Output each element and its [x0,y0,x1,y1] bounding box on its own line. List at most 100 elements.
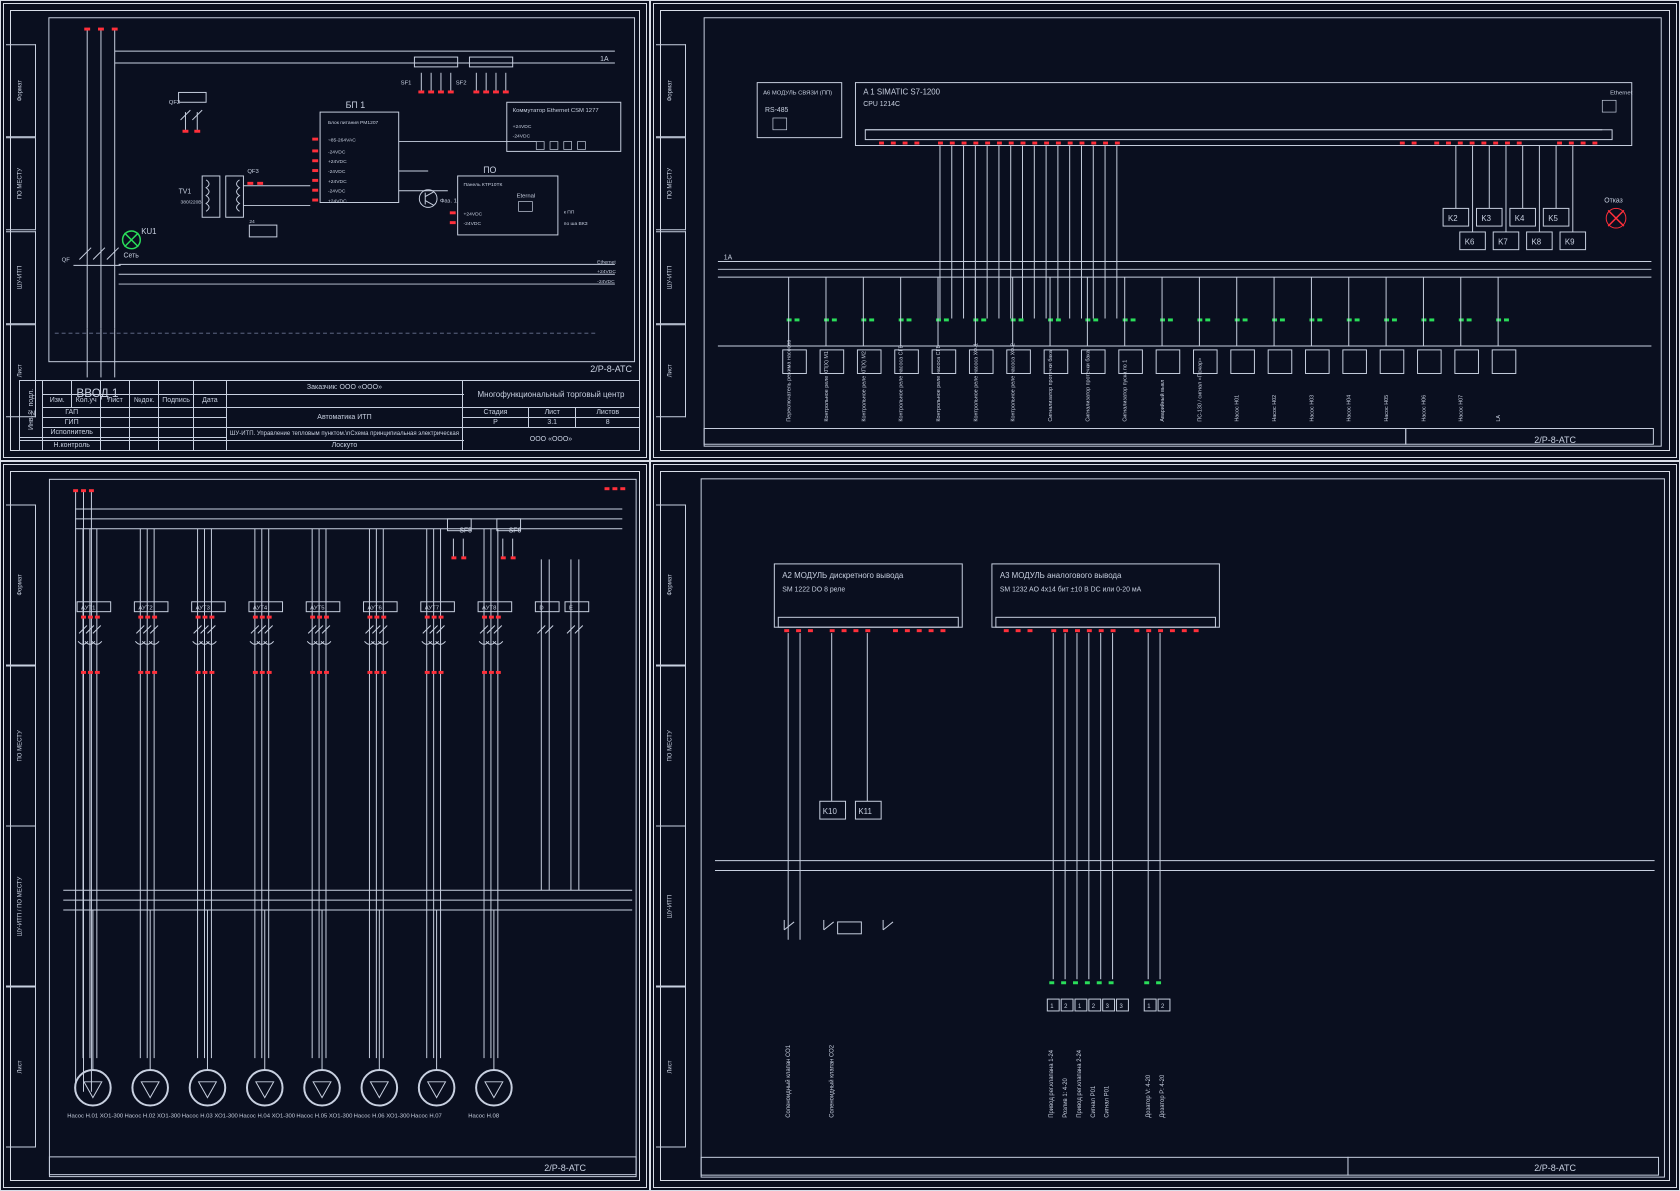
svg-text:380/220В: 380/220В [181,199,203,205]
svg-text:А6 МОДУЛЬ СВЯЗИ (ПП): А6 МОДУЛЬ СВЯЗИ (ПП) [763,90,832,96]
svg-text:2: 2 [1092,1004,1095,1010]
svg-text:K6: K6 [1465,238,1475,247]
svg-text:2: 2 [1064,1004,1067,1010]
svg-text:3: 3 [1106,1004,1110,1010]
svg-text:QF2: QF2 [169,100,180,106]
svg-text:Розлив 1: 4-20: Розлив 1: 4-20 [1063,1078,1069,1118]
svg-text:Сигнализатор пуска по 1: Сигнализатор пуска по 1 [1123,360,1129,422]
svg-text:+24VDC: +24VDC [328,198,347,204]
svg-text:SF2: SF2 [456,81,467,87]
svg-text:-24VDC: -24VDC [328,189,346,195]
svg-text:TV1: TV1 [179,189,192,196]
svg-text:Насос Н.05 ХО1-300: Насос Н.05 ХО1-300 [296,1113,353,1119]
schematic-svg-2: А6 МОДУЛЬ СВЯЗИ (ПП) RS-485 A 1 SIMATIC … [654,4,1676,457]
svg-text:K4: K4 [1515,214,1525,223]
svg-text:Сигнал Р01: Сигнал Р01 [1105,1086,1111,1118]
svg-text:1: 1 [1050,1004,1053,1010]
svg-text:-24VDC: -24VDC [328,169,346,175]
svg-text:Привод рег.клапана 1-24: Привод рег.клапана 1-24 [1049,1049,1055,1118]
svg-text:Насос Н.02 ХО1-300: Насос Н.02 ХО1-300 [124,1113,181,1119]
svg-text:БП 1: БП 1 [346,100,366,110]
schematic-svg-3: SF5 SF6 АУТ1АУТ2АУТ3АУТ4АУТ5АУТ6АУТ7АУТ8… [4,465,646,1187]
title-block: Инв.№ подл. Заказчик: ООО «ООО» Многофун… [19,380,640,451]
svg-text:K10: K10 [823,807,838,816]
svg-text:ПС-130 / сигнал «Пожар»: ПС-130 / сигнал «Пожар» [1197,358,1203,422]
svg-text:Контрольное реле насоса СГВ: Контрольное реле насоса СГВ [899,345,905,422]
svg-text:Насос Н.04 ХО1-300: Насос Н.04 ХО1-300 [239,1113,296,1119]
svg-text:24: 24 [249,219,255,225]
svg-text:Соленоидный клапан СО2: Соленоидный клапан СО2 [829,1045,836,1118]
svg-text:1A: 1A [600,56,609,63]
svg-text:-24VDC: -24VDC [328,149,346,155]
svg-text:QF3: QF3 [247,169,259,175]
drawing-sheet-4[interactable]: ФорматПО МЕСТУШУ-ИТПЛист 2/Р-8-АТС A2 МО… [650,461,1680,1191]
svg-text:1A: 1A [724,254,733,261]
svg-text:2: 2 [1161,1004,1164,1010]
svg-text:1: 1 [1147,1004,1150,1010]
svg-text:АУТ8: АУТ8 [482,606,497,612]
svg-text:АУТ7: АУТ7 [425,606,439,612]
svg-text:Насос Н03: Насос Н03 [1309,395,1315,422]
svg-text:Насос Н05: Насос Н05 [1384,395,1390,422]
svg-text:Насос Н.03 ХО1-300: Насос Н.03 ХО1-300 [182,1113,239,1119]
svg-text:по ша ВКЗ: по ша ВКЗ [564,221,588,227]
svg-text:Насос Н07: Насос Н07 [1459,395,1465,422]
svg-text:Отказ: Отказ [1604,197,1623,204]
svg-text:+24VDC: +24VDC [513,124,532,130]
drawing-sheet-2[interactable]: ФорматПО МЕСТУШУ-ИТПЛист 2/Р-8-АТС А6 МО… [650,0,1680,461]
svg-text:Переключатель режима насосов: Переключатель режима насосов [787,340,793,422]
svg-text:Сигнал Р01: Сигнал Р01 [1091,1086,1097,1118]
drawing-sheet-3[interactable]: ФорматПО МЕСТУШУ-ИТП / ПО МЕСТУЛист 2/Р-… [0,461,650,1191]
svg-text:K9: K9 [1565,238,1575,247]
svg-text:E: E [569,606,573,612]
svg-text:АУТ2: АУТ2 [138,606,152,612]
svg-text:+24VDC: +24VDC [464,211,483,217]
svg-text:+24VDC: +24VDC [328,159,347,165]
svg-text:Контрольное реле насоса ХФ-1: Контрольное реле насоса ХФ-1 [973,343,979,422]
svg-text:Насос Н.01 ХО1-300: Насос Н.01 ХО1-300 [67,1113,124,1119]
svg-text:+24VDC: +24VDC [597,269,616,275]
svg-text:D: D [539,606,543,612]
svg-text:Ethernet: Ethernet [1610,90,1633,96]
svg-text:SM 1232 AO 4x14 бит ±10 В DC и: SM 1232 AO 4x14 бит ±10 В DC или 0-20 мА [1000,586,1142,594]
svg-text:Насос Н02: Насос Н02 [1272,395,1278,422]
svg-text:Коммутатор Ethernet CSM 1277: Коммутатор Ethernet CSM 1277 [513,108,599,114]
svg-text:АУТ3: АУТ3 [196,606,211,612]
svg-text:Контрольное реле насоса ХФ-2: Контрольное реле насоса ХФ-2 [1011,343,1017,422]
svg-text:Фаз. 1: Фаз. 1 [440,198,457,204]
svg-text:Дозатор V: 4-20: Дозатор V: 4-20 [1146,1074,1152,1118]
svg-text:Сеть: Сеть [124,253,140,260]
svg-text:к ПП: к ПП [564,209,575,215]
svg-text:Аварийный выкл: Аварийный выкл [1159,380,1166,422]
svg-text:Насос Н.06 ХО1-300: Насос Н.06 ХО1-300 [354,1113,411,1119]
svg-text:ПО: ПО [483,165,496,175]
svg-text:Насос Н06: Насос Н06 [1421,395,1427,422]
svg-text:Контрольное реле КП(Х) М2: Контрольное реле КП(Х) М2 [861,351,867,422]
svg-text:A2 МОДУЛЬ дискретного вывода: A2 МОДУЛЬ дискретного вывода [782,571,904,580]
schematic-svg-4: A2 МОДУЛЬ дискретного вывода SM 1222 DO … [654,465,1676,1187]
svg-text:SM 1222 DO 8 реле: SM 1222 DO 8 реле [782,587,845,594]
svg-text:KU1: KU1 [141,227,156,236]
svg-text:Блок питания РМ1207: Блок питания РМ1207 [328,120,379,126]
svg-text:K11: K11 [858,807,872,816]
autocad-model-view: Формат ПО МЕСТУ ШУ-ИТП Лист 2/Р-8-АТС [0,0,1680,1191]
svg-text:+24VDC: +24VDC [328,179,347,185]
svg-text:Насос Н01: Насос Н01 [1235,395,1241,422]
svg-text:A 1 SIMATIC S7-1200: A 1 SIMATIC S7-1200 [863,87,940,96]
svg-text:Насос Н04: Насос Н04 [1347,395,1353,422]
svg-text:-24VDC: -24VDC [597,279,615,285]
svg-text:RS-485: RS-485 [765,107,788,114]
svg-text:QF: QF [62,257,71,263]
drawing-sheet-1[interactable]: Формат ПО МЕСТУ ШУ-ИТП Лист 2/Р-8-АТС [0,0,650,461]
svg-text:Сигнализатор протечки бака: Сигнализатор протечки бака [1085,350,1091,421]
svg-text:~85-264VAC: ~85-264VAC [328,138,356,144]
svg-text:АУТ4: АУТ4 [253,606,268,612]
svg-text:Дозатор Р: 4-20: Дозатор Р: 4-20 [1160,1074,1166,1118]
svg-text:K2: K2 [1448,214,1458,223]
svg-text:Соленоидный клапан СО1: Соленоидный клапан СО1 [785,1045,792,1118]
svg-text:K5: K5 [1548,214,1558,223]
svg-text:Привод рег.клапана 2-24: Привод рег.клапана 2-24 [1077,1049,1083,1118]
svg-text:-24VDC: -24VDC [513,134,531,140]
svg-text:Контрольное реле КП(Х) М1: Контрольное реле КП(Х) М1 [824,351,830,422]
svg-text:Сигнализатор протечки бака: Сигнализатор протечки бака [1048,350,1054,421]
